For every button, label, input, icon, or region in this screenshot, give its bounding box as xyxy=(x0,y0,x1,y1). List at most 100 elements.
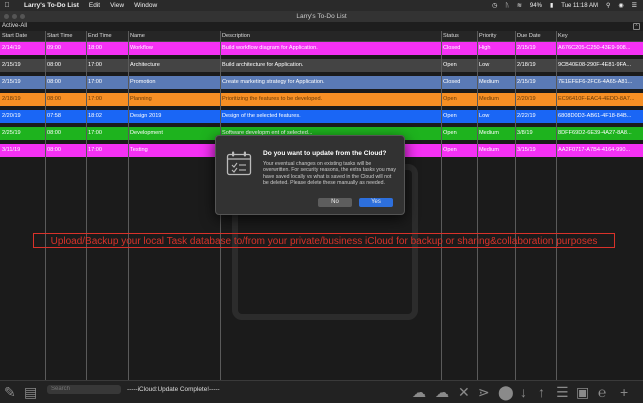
cell-start-date: 2/25/19 xyxy=(2,130,21,136)
menu-app-name[interactable]: Larry's To-Do List xyxy=(24,2,79,9)
table-row[interactable]: 2/18/19 08:00 17:00 Planning Prioritizing th… xyxy=(0,93,643,106)
cell-description: Build architecture for Application. xyxy=(222,62,304,68)
table-header: Start Date Start Time End Time Name Descript… xyxy=(0,31,643,42)
siri-icon[interactable]: ◉ xyxy=(618,2,623,9)
column-header-due-date[interactable]: Due Date xyxy=(515,31,556,41)
cell-start-date: 2/15/19 xyxy=(2,79,21,85)
column-divider xyxy=(128,31,129,380)
no-button[interactable]: No xyxy=(318,198,352,207)
table-row[interactable]: 2/15/19 08:00 17:00 Architecture Build archi… xyxy=(0,59,643,72)
cloud-upload-icon[interactable]: ☁ xyxy=(412,384,426,400)
cell-end-time: 17:00 xyxy=(88,96,102,102)
cell-priority: Medium xyxy=(479,147,499,153)
column-header-status[interactable]: Status xyxy=(441,31,477,41)
cloud-download-icon[interactable]: ☁ xyxy=(435,384,449,400)
cell-key: 9CB40E08-290F-4E81-9FA... xyxy=(558,62,632,68)
cell-start-date: 3/11/19 xyxy=(2,147,21,153)
traffic-lights xyxy=(4,14,25,19)
yes-button[interactable]: Yes xyxy=(359,198,393,207)
cell-status: Open xyxy=(443,62,457,68)
battery-percent: 94% xyxy=(529,2,542,9)
cell-name: Planning xyxy=(130,96,152,102)
cell-start-time: 08:00 xyxy=(47,130,61,136)
dialog-message: Your eventual changes on existing tasks … xyxy=(263,161,396,187)
wifi-icon[interactable]: ≋ xyxy=(517,2,522,9)
cell-end-time: 17:00 xyxy=(88,130,102,136)
cell-name: Promotion xyxy=(130,79,156,85)
table-row[interactable]: 2/14/19 09:00 18:00 Workflow Build workflow … xyxy=(0,42,643,55)
bluetooth-icon[interactable]: ᚢ xyxy=(505,3,509,9)
cell-due-date: 2/22/19 xyxy=(517,113,536,119)
filter-bar: Active-All ⌃ xyxy=(0,22,643,31)
column-divider xyxy=(556,31,557,380)
cell-end-time: 17:00 xyxy=(88,62,102,68)
close-window-button[interactable] xyxy=(4,14,9,19)
sort-down-icon[interactable]: ↓ xyxy=(520,384,527,400)
column-header-start-date[interactable]: Start Date xyxy=(0,31,45,41)
cell-priority: Low xyxy=(479,62,490,68)
menu-window[interactable]: Window xyxy=(134,2,157,9)
cell-end-time: 17:00 xyxy=(88,79,102,85)
menu-bar:  Larry's To-Do List Edit View Window ◷ … xyxy=(0,0,643,11)
column-divider xyxy=(441,31,442,380)
cell-due-date: 3/8/19 xyxy=(517,130,533,136)
cell-name: Testing xyxy=(130,147,148,153)
cell-start-time: 08:00 xyxy=(47,79,61,85)
menu-edit[interactable]: Edit xyxy=(89,2,100,9)
spotlight-icon[interactable]: ⚲ xyxy=(606,2,610,9)
cell-description: Build workflow diagram for Application. xyxy=(222,45,318,51)
cell-start-date: 2/18/19 xyxy=(2,96,21,102)
cell-status: Open xyxy=(443,113,457,119)
collapse-button[interactable]: ⌃ xyxy=(633,23,640,30)
cell-key: AA2F0717-A7B4-4164-990... xyxy=(558,147,631,153)
column-header-description[interactable]: Description xyxy=(220,31,441,41)
menu-view[interactable]: View xyxy=(110,2,124,9)
cell-priority: Medium xyxy=(479,96,499,102)
share-icon[interactable]: ⋗ xyxy=(478,384,490,400)
list-icon[interactable]: ☰ xyxy=(556,384,569,400)
menu-clock[interactable]: Tue 11:18 AM xyxy=(561,3,598,9)
filter-label[interactable]: Active-All xyxy=(2,23,27,29)
table-row[interactable]: 2/15/19 08:00 17:00 Promotion Create marketi… xyxy=(0,76,643,89)
cell-description: Design of the selected features. xyxy=(222,113,301,119)
column-header-name[interactable]: Name xyxy=(128,31,220,41)
column-header-key[interactable]: Key xyxy=(556,31,643,41)
cell-name: Development xyxy=(130,130,163,136)
cell-end-time: 18:00 xyxy=(88,45,102,51)
window-title: Larry's To-Do List xyxy=(296,13,347,20)
sort-up-icon[interactable]: ↑ xyxy=(538,384,545,400)
cell-status: Closed xyxy=(443,79,461,85)
cell-start-date: 2/20/19 xyxy=(2,113,21,119)
cell-end-time: 18:02 xyxy=(88,113,102,119)
table-row[interactable]: 2/20/19 07:58 18:02 Design 2019 Design of th… xyxy=(0,110,643,123)
column-divider xyxy=(45,31,46,380)
cell-due-date: 2/18/19 xyxy=(517,62,536,68)
cell-due-date: 2/15/19 xyxy=(517,79,536,85)
notification-center-icon[interactable]: ☰ xyxy=(632,2,637,9)
cell-key: EC96410F-EAC4-4EDD-8A7... xyxy=(558,96,635,102)
column-header-end-time[interactable]: End Time xyxy=(86,31,128,41)
minimize-window-button[interactable] xyxy=(12,14,17,19)
delete-icon[interactable]: ✕ xyxy=(458,384,470,400)
column-header-priority[interactable]: Priority xyxy=(477,31,515,41)
cell-due-date: 3/15/19 xyxy=(517,147,536,153)
search-input[interactable] xyxy=(47,385,121,394)
edit-icon[interactable]: ✎ xyxy=(4,384,16,400)
cell-status: Closed xyxy=(443,45,461,51)
battery-icon[interactable]: ▮ xyxy=(550,2,553,9)
toggle-icon[interactable]: ⬤ xyxy=(498,384,514,400)
cell-name: Architecture xyxy=(130,62,160,68)
cell-start-time: 07:58 xyxy=(47,113,61,119)
add-icon[interactable]: + xyxy=(620,384,628,400)
column-header-start-time[interactable]: Start Time xyxy=(45,31,86,41)
cell-status: Open xyxy=(443,130,457,136)
presentation-icon[interactable]: ▤ xyxy=(24,384,37,400)
apple-icon[interactable]:  xyxy=(0,2,14,9)
cell-priority: High xyxy=(479,45,491,51)
window-icon[interactable]: ▣ xyxy=(576,384,589,400)
cell-start-date: 2/15/19 xyxy=(2,62,21,68)
zoom-window-button[interactable] xyxy=(20,14,25,19)
text-cursor-icon[interactable]: ℮ xyxy=(598,384,606,400)
time-machine-icon[interactable]: ◷ xyxy=(492,2,497,9)
cell-status: Open xyxy=(443,96,457,102)
